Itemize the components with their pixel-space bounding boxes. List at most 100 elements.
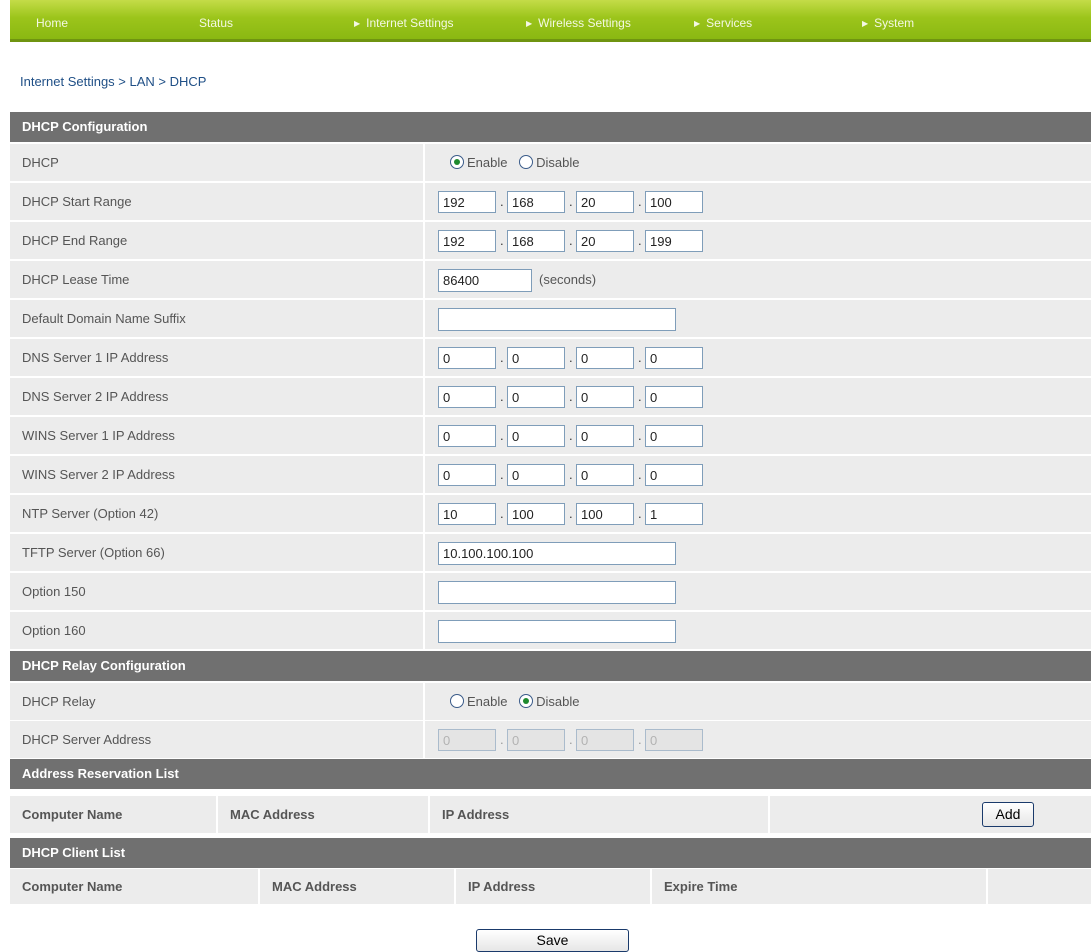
octet-separator: . — [638, 350, 642, 365]
octet-separator: . — [500, 428, 504, 443]
row-value: . . . — [423, 417, 1091, 454]
octet-separator: . — [638, 389, 642, 404]
octet-input[interactable] — [645, 503, 703, 525]
octet-input[interactable] — [576, 425, 634, 447]
octet-input[interactable] — [576, 464, 634, 486]
row-dhcp: DHCP Enable Disable — [10, 144, 1091, 181]
row-dns2: DNS Server 2 IP Address . . . — [10, 378, 1091, 415]
octet-input[interactable] — [645, 425, 703, 447]
row-dns1: DNS Server 1 IP Address . . . — [10, 339, 1091, 376]
dhcp-radio-group: Enable Disable — [450, 144, 587, 181]
octet-input[interactable] — [507, 191, 565, 213]
section-header-dhcp-client-list: DHCP Client List — [10, 838, 1091, 868]
triangle-right-icon: ▶ — [354, 19, 361, 28]
octet-separator: . — [569, 389, 573, 404]
option-150-input[interactable] — [438, 581, 676, 604]
row-dhcp-start-range: DHCP Start Range . . . — [10, 183, 1091, 220]
octet-input[interactable] — [576, 386, 634, 408]
top-nav-bar: Home Status ▶ Internet Settings ▶ Wireless… — [10, 0, 1091, 42]
octet-separator: . — [500, 389, 504, 404]
nav-item-label: Status — [199, 16, 234, 30]
octet-separator: . — [569, 467, 573, 482]
octet-input[interactable] — [438, 191, 496, 213]
lease-time-input[interactable] — [438, 269, 532, 292]
row-label: Option 160 — [22, 623, 86, 638]
triangle-right-icon: ▶ — [862, 19, 869, 28]
row-dhcp-lease-time: DHCP Lease Time (seconds) — [10, 261, 1091, 298]
row-label: DNS Server 2 IP Address — [22, 389, 169, 404]
octet-input[interactable] — [576, 503, 634, 525]
row-label: DHCP — [22, 155, 59, 170]
row-value: . . . — [423, 339, 1091, 376]
radio-unselected-icon[interactable] — [519, 155, 534, 169]
column-header-empty — [988, 869, 1091, 904]
octet-input[interactable] — [438, 347, 496, 369]
octet-input[interactable] — [507, 347, 565, 369]
nav-item-label: Home — [36, 16, 69, 30]
nav-item-services[interactable]: ▶ Services — [694, 0, 752, 39]
dhcp-disable-option[interactable]: Disable — [519, 155, 579, 170]
octet-input[interactable] — [507, 503, 565, 525]
octet-input[interactable] — [645, 191, 703, 213]
octet-input[interactable] — [576, 230, 634, 252]
octet-separator: . — [500, 350, 504, 365]
row-option-150: Option 150 — [10, 573, 1091, 610]
radio-label: Disable — [536, 694, 580, 709]
row-label: WINS Server 2 IP Address — [22, 467, 175, 482]
client-table-header: Computer Name MAC Address IP Address Exp… — [10, 869, 1091, 904]
row-value: Enable Disable — [423, 144, 1091, 181]
octet-input[interactable] — [645, 386, 703, 408]
relay-enable-option[interactable]: Enable — [450, 694, 507, 709]
row-ntp-server: NTP Server (Option 42) . . . — [10, 495, 1091, 532]
option-160-input[interactable] — [438, 620, 676, 643]
row-dhcp-relay: DHCP Relay Enable Disable — [10, 683, 1091, 720]
octet-input-disabled — [645, 729, 703, 751]
column-header: IP Address — [456, 869, 652, 904]
octet-input[interactable] — [576, 347, 634, 369]
nav-item-internet-settings[interactable]: ▶ Internet Settings — [354, 0, 454, 39]
octet-input[interactable] — [645, 347, 703, 369]
octet-input[interactable] — [645, 464, 703, 486]
nav-item-home[interactable]: Home — [36, 0, 68, 39]
radio-unselected-icon[interactable] — [450, 694, 464, 708]
octet-input[interactable] — [438, 230, 496, 252]
row-label: DNS Server 1 IP Address — [22, 350, 169, 365]
octet-input[interactable] — [438, 503, 496, 525]
relay-disable-option[interactable]: Disable — [519, 694, 579, 709]
octet-input[interactable] — [507, 230, 565, 252]
nav-item-status[interactable]: Status — [199, 0, 233, 39]
octet-separator: . — [569, 506, 573, 521]
octet-input[interactable] — [507, 464, 565, 486]
row-label: DHCP Start Range — [22, 194, 132, 209]
octet-input-disabled — [507, 729, 565, 751]
lease-time-unit: (seconds) — [539, 272, 597, 287]
nav-item-wireless-settings[interactable]: ▶ Wireless Settings — [526, 0, 631, 39]
dhcp-enable-option[interactable]: Enable — [450, 155, 507, 170]
octet-separator: . — [638, 428, 642, 443]
row-label: Option 150 — [22, 584, 86, 599]
tftp-server-input[interactable] — [438, 542, 676, 565]
add-button[interactable]: Add — [982, 802, 1034, 827]
domain-suffix-input[interactable] — [438, 308, 676, 331]
row-label: DHCP End Range — [22, 233, 128, 248]
octet-input[interactable] — [507, 425, 565, 447]
nav-item-label: System — [874, 16, 915, 30]
row-value: . . . — [423, 183, 1091, 220]
radio-selected-icon[interactable] — [519, 694, 534, 708]
octet-input[interactable] — [438, 464, 496, 486]
radio-label: Disable — [536, 155, 580, 170]
octet-separator: . — [638, 467, 642, 482]
column-header: Computer Name — [10, 796, 218, 833]
row-label: WINS Server 1 IP Address — [22, 428, 175, 443]
nav-item-system[interactable]: ▶ System — [862, 0, 914, 39]
octet-separator: . — [500, 467, 504, 482]
octet-input[interactable] — [438, 386, 496, 408]
save-button[interactable]: Save — [476, 929, 629, 952]
octet-input[interactable] — [576, 191, 634, 213]
row-tftp-server: TFTP Server (Option 66) — [10, 534, 1091, 571]
row-value: . . . — [423, 222, 1091, 259]
radio-selected-icon[interactable] — [450, 155, 464, 169]
octet-input[interactable] — [645, 230, 703, 252]
octet-input[interactable] — [438, 425, 496, 447]
octet-input[interactable] — [507, 386, 565, 408]
